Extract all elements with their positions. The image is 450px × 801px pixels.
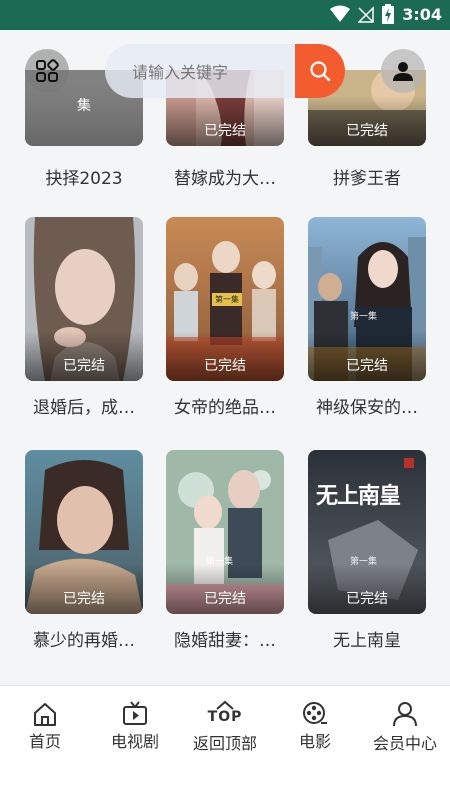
top-icon-text: TOP xyxy=(207,709,243,725)
video-title[interactable]: 隐婚甜妻：… xyxy=(166,626,284,651)
nav-tv[interactable]: 电视剧 xyxy=(90,700,180,754)
nav-member-label: 会员中心 xyxy=(372,734,437,753)
back-to-top-icon: TOP xyxy=(205,700,245,728)
episode-label: 第一集 xyxy=(350,312,378,322)
video-title[interactable]: 退婚后，成… xyxy=(25,393,143,418)
video-card[interactable]: 第一集 已完结 神级保安的… xyxy=(308,217,426,418)
video-card[interactable]: 已完结 慕少的再婚… xyxy=(25,450,143,651)
nav-back-to-top[interactable]: TOP 返回顶部 xyxy=(180,700,270,757)
search-bar xyxy=(105,44,345,98)
video-poster[interactable]: 无上南皇 第一集 已完结 xyxy=(308,450,426,614)
status-badge: 已完结 xyxy=(25,331,143,381)
status-badge: 已完结 xyxy=(166,96,284,146)
bottom-nav: 首页 电视剧 TOP 返回顶部 电影 会员中心 xyxy=(0,685,450,801)
video-card[interactable]: 第一集 已完结 女帝的绝品… xyxy=(166,217,284,418)
user-icon xyxy=(393,702,417,727)
video-poster[interactable]: 已完结 xyxy=(25,450,143,614)
video-title[interactable]: 替嫁成为大… xyxy=(166,164,284,189)
search-button[interactable] xyxy=(295,44,345,98)
video-card[interactable]: 第一集 已完结 隐婚甜妻：… xyxy=(166,450,284,651)
user-icon xyxy=(393,62,413,81)
video-title[interactable]: 女帝的绝品… xyxy=(166,393,284,418)
episode-label: 第一集 xyxy=(212,293,242,306)
category-button[interactable] xyxy=(25,49,69,93)
home-icon xyxy=(34,703,56,726)
status-badge: 已完结 xyxy=(166,564,284,614)
status-badge: 已完结 xyxy=(308,564,426,614)
film-reel-icon xyxy=(303,702,327,724)
video-title[interactable]: 无上南皇 xyxy=(308,626,426,651)
video-title[interactable]: 拼爹王者 xyxy=(308,164,426,189)
wifi-icon xyxy=(330,5,351,22)
no-signal-icon xyxy=(358,6,374,23)
video-card[interactable]: 已完结 退婚后，成… xyxy=(25,217,143,418)
video-poster[interactable]: 第一集 已完结 xyxy=(308,217,426,381)
video-title[interactable]: 抉择2023 xyxy=(25,164,143,189)
status-badge: 已完结 xyxy=(308,331,426,381)
status-badge: 已完结 xyxy=(25,564,143,614)
video-card[interactable]: 无上南皇 第一集 已完结 无上南皇 xyxy=(308,450,426,651)
video-title[interactable]: 慕少的再婚… xyxy=(25,626,143,651)
nav-tv-label: 电视剧 xyxy=(110,732,159,751)
poster-title-art: 无上南皇 xyxy=(316,483,401,509)
profile-button[interactable] xyxy=(381,49,425,93)
battery-charging-icon xyxy=(382,4,395,24)
video-poster[interactable]: 已完结 xyxy=(25,217,143,381)
status-bar: 3:04 xyxy=(0,0,450,30)
nav-home-label: 首页 xyxy=(28,732,61,751)
video-poster[interactable]: 第一集 已完结 xyxy=(166,217,284,381)
nav-home[interactable]: 首页 xyxy=(0,700,90,754)
nav-movie[interactable]: 电影 xyxy=(270,700,360,754)
clock: 3:04 xyxy=(402,4,442,24)
tv-icon xyxy=(123,701,147,725)
search-icon xyxy=(310,61,331,82)
status-badge: 已完结 xyxy=(308,96,426,146)
nav-back-to-top-label: 返回顶部 xyxy=(192,734,257,753)
grid-icon xyxy=(36,59,59,82)
video-poster[interactable]: 第一集 已完结 xyxy=(166,450,284,614)
video-title[interactable]: 神级保安的… xyxy=(308,393,426,418)
nav-member[interactable]: 会员中心 xyxy=(360,700,450,757)
search-input[interactable] xyxy=(105,44,324,98)
nav-movie-label: 电影 xyxy=(298,732,331,751)
status-badge: 已完结 xyxy=(166,331,284,381)
